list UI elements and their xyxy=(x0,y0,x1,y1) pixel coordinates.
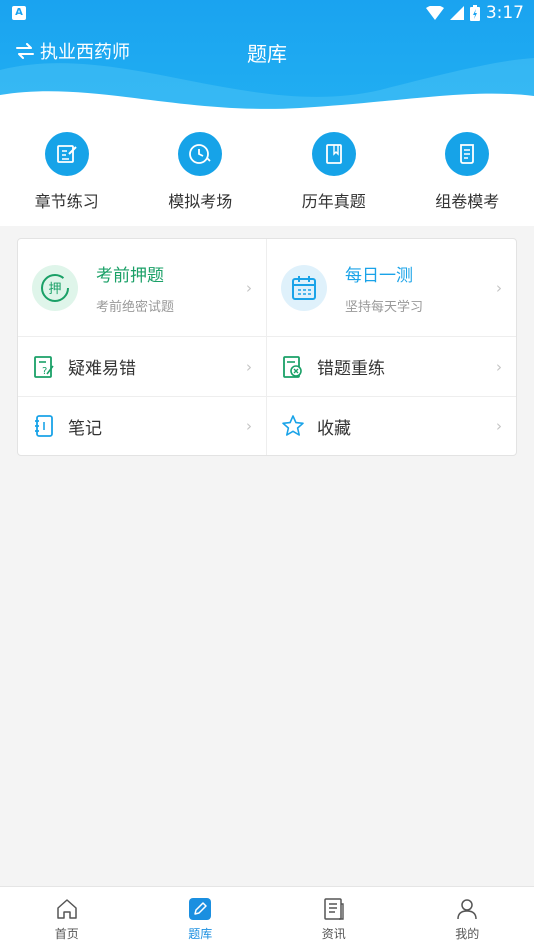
notes-label: 笔记 xyxy=(68,418,102,439)
daily-test-subtitle: 坚持每天学习 xyxy=(345,299,424,315)
svg-text:押: 押 xyxy=(48,282,61,297)
tab-news[interactable]: 资讯 xyxy=(267,887,401,950)
chevron-right-icon: › xyxy=(496,357,502,376)
favorites-item[interactable]: 收藏 › xyxy=(267,397,516,455)
chevron-right-icon: › xyxy=(246,278,252,297)
chevron-right-icon: › xyxy=(496,278,502,297)
notebook-icon xyxy=(32,414,56,438)
user-icon xyxy=(455,897,479,921)
battery-icon xyxy=(469,5,480,21)
prediction-subtitle: 考前绝密试题 xyxy=(96,299,175,315)
header: A 3:17 执业西药师 题库 xyxy=(0,0,534,128)
bottom-tab-bar: 首页 题库 资讯 我的 xyxy=(0,886,534,950)
scroll-icon xyxy=(445,132,490,176)
edit-note-icon xyxy=(44,132,89,176)
svg-text:?: ? xyxy=(42,366,47,377)
chevron-right-icon: › xyxy=(496,417,502,435)
pencil-icon xyxy=(188,897,212,921)
wifi-icon xyxy=(425,6,444,20)
news-icon xyxy=(322,897,346,921)
clock-icon xyxy=(178,132,223,176)
hard-questions-label: 疑难易错 xyxy=(68,359,136,379)
quick-nav-mock-exam[interactable]: 模拟考场 xyxy=(134,128,268,226)
home-icon xyxy=(55,897,79,921)
chevron-right-icon: › xyxy=(246,357,252,376)
hard-questions-item[interactable]: ? 疑难易错 › xyxy=(18,337,267,396)
quick-nav: 章节练习 模拟考场 历年真题 组卷模考 xyxy=(0,128,534,226)
status-bar: A 3:17 xyxy=(0,0,534,28)
notes-item[interactable]: 笔记 › xyxy=(18,397,267,455)
question-note-icon: ? xyxy=(32,355,56,379)
quick-nav-build-exam[interactable]: 组卷模考 xyxy=(401,128,534,226)
status-time: 3:17 xyxy=(485,3,524,23)
tab-home[interactable]: 首页 xyxy=(0,887,134,950)
page-title: 题库 xyxy=(247,42,287,66)
favorites-label: 收藏 xyxy=(317,418,351,439)
prediction-title: 考前押题 xyxy=(96,265,164,286)
signal-icon xyxy=(449,6,464,20)
wrong-note-icon xyxy=(281,355,305,379)
notification-badge: A xyxy=(12,6,26,20)
tab-question-bank[interactable]: 题库 xyxy=(134,887,268,950)
exam-prediction-item[interactable]: 押 考前押题 考前绝密试题 › xyxy=(18,239,267,336)
quick-nav-past-exams[interactable]: 历年真题 xyxy=(267,128,401,226)
star-icon xyxy=(281,414,305,438)
chevron-right-icon: › xyxy=(246,417,252,435)
feature-grid: 押 考前押题 考前绝密试题 › 每日一测 坚持每天学习 › ? 疑难易错 › 错… xyxy=(17,238,517,456)
calendar-icon xyxy=(281,264,327,311)
daily-test-title: 每日一测 xyxy=(345,265,413,286)
tab-profile[interactable]: 我的 xyxy=(401,887,534,950)
daily-test-item[interactable]: 每日一测 坚持每天学习 › xyxy=(267,239,516,336)
book-icon xyxy=(311,132,356,176)
wrong-questions-label: 错题重练 xyxy=(317,359,385,379)
quick-nav-chapter-practice[interactable]: 章节练习 xyxy=(0,128,134,226)
wrong-questions-item[interactable]: 错题重练 › xyxy=(267,337,516,396)
prediction-icon: 押 xyxy=(32,264,78,311)
